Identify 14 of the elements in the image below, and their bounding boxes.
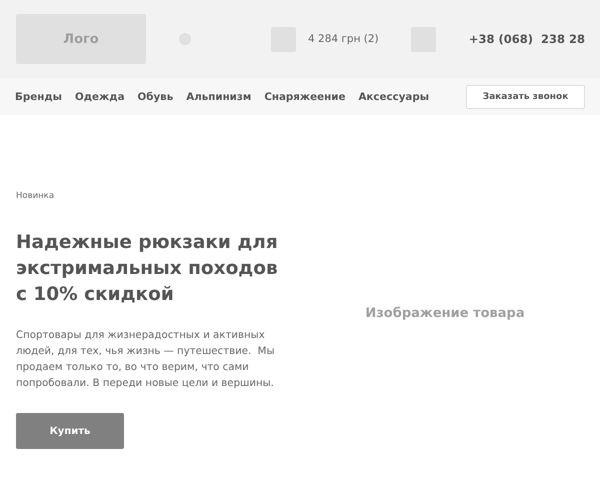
phone-number[interactable]: +38 (068) 238 28	[468, 32, 585, 46]
nav-link[interactable]: Одежда	[74, 90, 125, 102]
nav-link[interactable]: Обувь	[138, 90, 174, 102]
image-caption: Изображение товара	[365, 306, 525, 321]
nav-link[interactable]: Аксессуары	[358, 90, 430, 102]
nav-link[interactable]: Бренды	[15, 90, 62, 102]
cart-total[interactable]: 4 284 грн (2)	[308, 33, 379, 45]
buy-button[interactable]: Купить	[16, 413, 124, 449]
hero-description: Спортовары для жизнерадостных и активных людей, для тех, чья жизнь — путешествие. Мы продаем только то, во что верим, что сами попробовали. В переди новые цели и вершины.	[16, 329, 276, 391]
hero-title: Надежные рюкзаки для экстримальных походов с 10% скидкой	[16, 231, 279, 307]
nav-link[interactable]: Альпинизм	[186, 90, 252, 102]
badge-label: Новинка	[16, 191, 56, 201]
nav-link[interactable]: Снаряжеение	[264, 90, 346, 102]
callback-button[interactable]: Заказать звонок	[466, 84, 585, 108]
